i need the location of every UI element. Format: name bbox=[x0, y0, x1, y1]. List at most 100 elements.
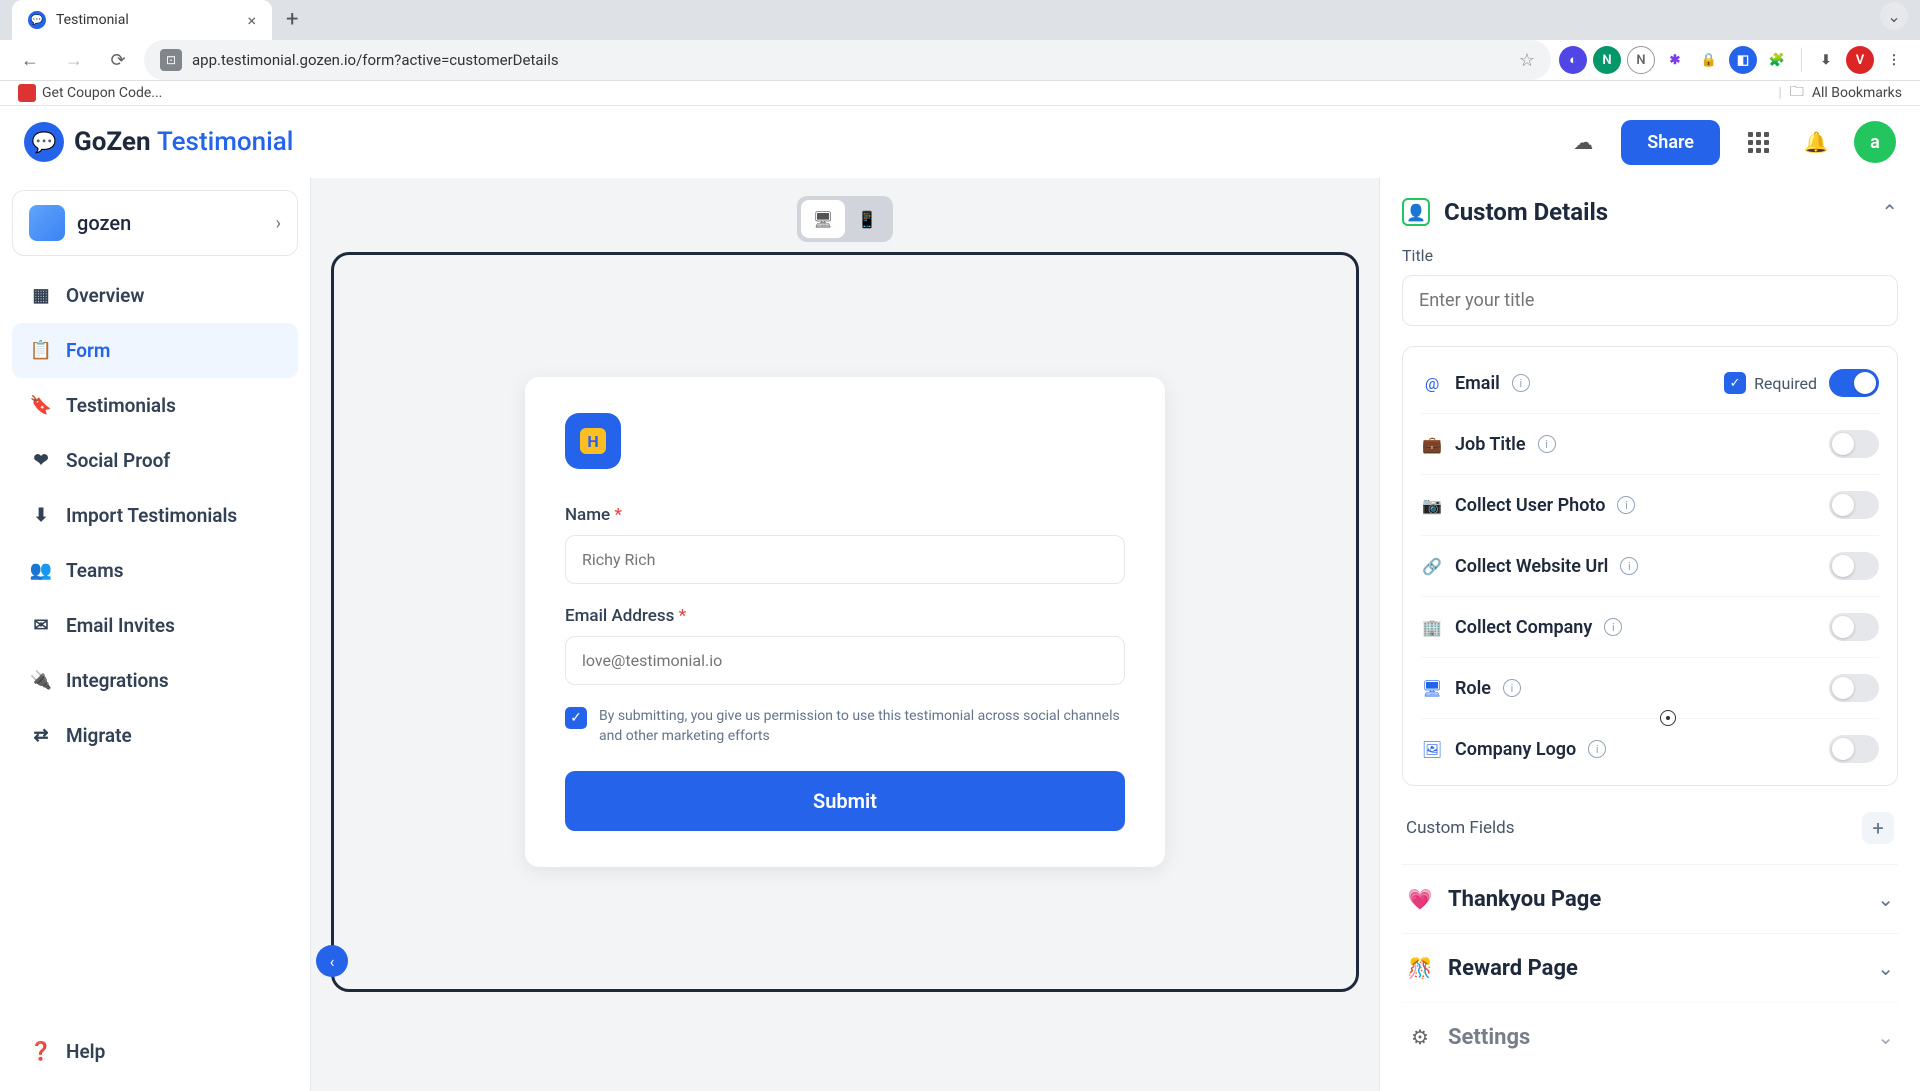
bookmark-star-icon[interactable]: ☆ bbox=[1519, 50, 1535, 71]
sidebar-item-testimonials[interactable]: 🔖 Testimonials bbox=[12, 378, 298, 433]
logo[interactable]: 💬 GoZen Testimonial bbox=[24, 122, 293, 162]
option-label: Collect User Photo bbox=[1455, 495, 1605, 516]
settings-panel: 👤 Custom Details ⌃ Title @ Email i ✓ Req… bbox=[1380, 178, 1920, 1091]
extension-icon[interactable]: ◐ bbox=[1559, 46, 1587, 74]
company-toggle[interactable] bbox=[1829, 613, 1879, 641]
info-icon[interactable]: i bbox=[1620, 557, 1638, 575]
collapse-sidebar-button[interactable]: ‹ bbox=[316, 945, 348, 977]
tab-title: Testimonial bbox=[56, 12, 237, 28]
tabs-dropdown[interactable]: ⌄ bbox=[1880, 2, 1908, 30]
job-title-toggle[interactable] bbox=[1829, 430, 1879, 458]
building-icon: 🏢 bbox=[1421, 616, 1443, 638]
bookmark-item[interactable]: Get Coupon Code... bbox=[18, 84, 162, 102]
mobile-view-button[interactable]: 📱 bbox=[845, 200, 889, 238]
at-icon: @ bbox=[1421, 372, 1443, 394]
info-icon[interactable]: i bbox=[1538, 435, 1556, 453]
sidebar-item-label: Testimonials bbox=[66, 394, 176, 417]
name-input[interactable] bbox=[565, 535, 1125, 584]
panel-header[interactable]: 👤 Custom Details ⌃ bbox=[1402, 198, 1898, 226]
required-label: Required bbox=[1754, 374, 1817, 393]
extension-icon[interactable]: ◧ bbox=[1729, 46, 1757, 74]
consent-checkbox[interactable]: ✓ bbox=[565, 707, 587, 729]
bookmark-bar: Get Coupon Code... | 🗀 All Bookmarks bbox=[0, 81, 1920, 106]
company-logo-toggle[interactable] bbox=[1829, 735, 1879, 763]
share-button[interactable]: Share bbox=[1621, 120, 1720, 165]
menu-icon[interactable]: ⋮ bbox=[1880, 46, 1908, 74]
custom-details-icon: 👤 bbox=[1402, 198, 1430, 226]
required-checkbox[interactable]: ✓ bbox=[1724, 372, 1746, 394]
briefcase-icon: 💼 bbox=[1421, 433, 1443, 455]
browser-tab[interactable]: Testimonial × bbox=[12, 0, 272, 40]
sidebar-item-help[interactable]: ❓ Help bbox=[12, 1024, 298, 1079]
notifications-icon[interactable]: 🔔 bbox=[1796, 122, 1836, 162]
option-email: @ Email i ✓ Required bbox=[1421, 353, 1879, 413]
reload-button[interactable]: ⟳ bbox=[100, 42, 136, 78]
extension-icon[interactable]: ✱ bbox=[1661, 46, 1689, 74]
info-icon[interactable]: i bbox=[1512, 374, 1530, 392]
email-input[interactable] bbox=[565, 636, 1125, 685]
site-info-icon[interactable]: ⊡ bbox=[160, 49, 182, 71]
apps-icon[interactable] bbox=[1738, 122, 1778, 162]
mail-icon: ✉ bbox=[30, 615, 52, 637]
sidebar: gozen › ▦ Overview 📋 Form 🔖 Testimonials… bbox=[0, 178, 310, 1091]
section-thankyou[interactable]: 💗 Thankyou Page ⌄ bbox=[1402, 864, 1898, 933]
tab-favicon bbox=[28, 11, 46, 29]
custom-fields-row: Custom Fields + bbox=[1402, 806, 1898, 864]
add-custom-field-button[interactable]: + bbox=[1862, 812, 1894, 844]
workspace-selector[interactable]: gozen › bbox=[12, 190, 298, 256]
all-bookmarks-button[interactable]: | 🗀 All Bookmarks bbox=[1778, 81, 1902, 105]
sidebar-item-social-proof[interactable]: ❤ Social Proof bbox=[12, 433, 298, 488]
sidebar-item-overview[interactable]: ▦ Overview bbox=[12, 268, 298, 323]
website-toggle[interactable] bbox=[1829, 552, 1879, 580]
url-field[interactable]: ⊡ app.testimonial.gozen.io/form?active=c… bbox=[144, 40, 1551, 80]
migrate-icon: ⇄ bbox=[30, 725, 52, 747]
close-icon[interactable]: × bbox=[247, 11, 256, 30]
chevron-down-icon: ⌄ bbox=[1877, 956, 1894, 980]
logo-text: GoZen Testimonial bbox=[74, 127, 293, 157]
user-avatar[interactable]: a bbox=[1854, 121, 1896, 163]
sidebar-item-label: Migrate bbox=[66, 724, 132, 747]
sidebar-item-teams[interactable]: 👥 Teams bbox=[12, 543, 298, 598]
device-toggle: 🖥 📱 bbox=[797, 196, 893, 242]
info-icon[interactable]: i bbox=[1617, 496, 1635, 514]
option-label: Job Title bbox=[1455, 434, 1526, 455]
field-options-group: @ Email i ✓ Required 💼 Job Title i bbox=[1402, 346, 1898, 786]
profile-avatar[interactable]: V bbox=[1846, 46, 1874, 74]
help-icon: ❓ bbox=[30, 1041, 52, 1063]
extension-icon[interactable]: N bbox=[1593, 46, 1621, 74]
sidebar-item-integrations[interactable]: 🔌 Integrations bbox=[12, 653, 298, 708]
submit-button[interactable]: Submit bbox=[565, 771, 1125, 831]
extensions-button[interactable]: 🧩 bbox=[1763, 46, 1791, 74]
option-company-logo: 🖼 Company Logo i bbox=[1421, 718, 1879, 779]
grid-icon: ▦ bbox=[30, 285, 52, 307]
sidebar-item-email-invites[interactable]: ✉ Email Invites bbox=[12, 598, 298, 653]
forward-button[interactable]: → bbox=[56, 42, 92, 78]
back-button[interactable]: ← bbox=[12, 42, 48, 78]
downloads-icon[interactable]: ⬇ bbox=[1812, 46, 1840, 74]
section-settings[interactable]: ⚙ Settings ⌄ bbox=[1402, 1002, 1898, 1071]
sidebar-item-import[interactable]: ⬇ Import Testimonials bbox=[12, 488, 298, 543]
option-label: Collect Website Url bbox=[1455, 556, 1608, 577]
heart-icon: 💗 bbox=[1406, 885, 1434, 913]
info-icon[interactable]: i bbox=[1503, 679, 1521, 697]
chevron-down-icon: ⌄ bbox=[1877, 1025, 1894, 1049]
desktop-view-button[interactable]: 🖥 bbox=[801, 200, 845, 238]
sidebar-item-form[interactable]: 📋 Form bbox=[12, 323, 298, 378]
info-icon[interactable]: i bbox=[1604, 618, 1622, 636]
new-tab-button[interactable]: + bbox=[272, 7, 312, 32]
image-icon: 🖼 bbox=[1421, 738, 1443, 760]
divider bbox=[1801, 48, 1802, 72]
title-input[interactable] bbox=[1402, 275, 1898, 326]
all-bookmarks-label: All Bookmarks bbox=[1812, 85, 1902, 101]
role-toggle[interactable] bbox=[1829, 674, 1879, 702]
extension-icon[interactable]: 🔒 bbox=[1695, 46, 1723, 74]
url-text: app.testimonial.gozen.io/form?active=cus… bbox=[192, 51, 1509, 69]
email-toggle[interactable] bbox=[1829, 369, 1879, 397]
section-reward[interactable]: 🎊 Reward Page ⌄ bbox=[1402, 933, 1898, 1002]
user-photo-toggle[interactable] bbox=[1829, 491, 1879, 519]
extension-icon[interactable]: N bbox=[1627, 46, 1655, 74]
consent-row: ✓ By submitting, you give us permission … bbox=[565, 707, 1125, 746]
info-icon[interactable]: i bbox=[1588, 740, 1606, 758]
sidebar-item-migrate[interactable]: ⇄ Migrate bbox=[12, 708, 298, 763]
cloud-sync-icon[interactable]: ☁ bbox=[1563, 122, 1603, 162]
